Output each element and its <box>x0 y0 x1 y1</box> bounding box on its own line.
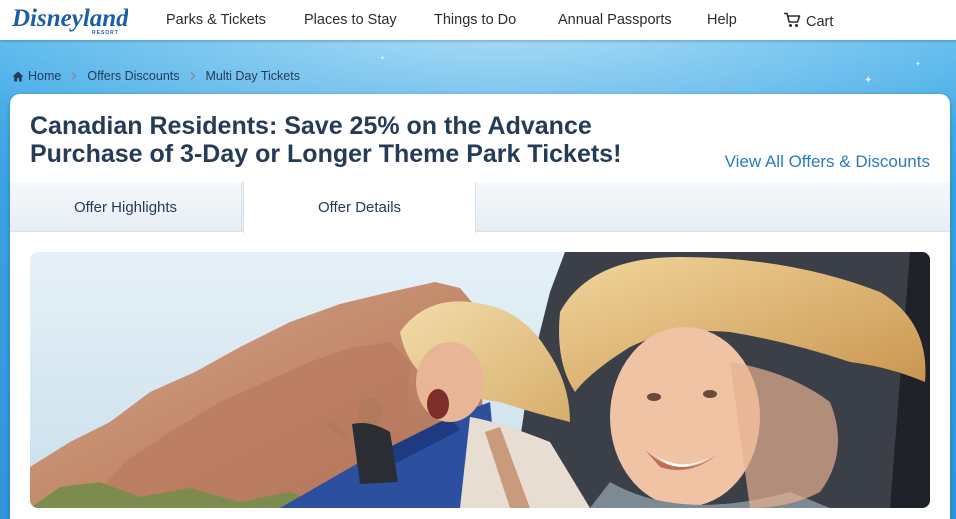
nav-places-to-stay[interactable]: Places to Stay <box>304 12 397 28</box>
page-title: Canadian Residents: Save 25% on the Adva… <box>30 112 622 168</box>
top-nav: Disneyland RESORT Parks & Tickets Places… <box>0 0 956 40</box>
home-icon <box>12 71 24 82</box>
hero-photo-illustration <box>30 252 930 508</box>
breadcrumb-offers-discounts[interactable]: Offers Discounts <box>87 69 179 83</box>
tab-offer-highlights[interactable]: Offer Highlights <box>10 182 242 232</box>
svg-text:Disneyland: Disneyland <box>11 5 128 32</box>
hero-photo <box>30 252 930 508</box>
breadcrumb-home[interactable]: Home <box>28 69 61 83</box>
nav-help[interactable]: Help <box>707 12 737 28</box>
tab-offer-details[interactable]: Offer Details <box>243 182 476 233</box>
nav-things-to-do[interactable]: Things to Do <box>434 12 516 28</box>
sparkle-decoration: ✦ <box>915 61 921 68</box>
offer-tabs: Offer Highlights Offer Details <box>10 182 950 233</box>
sparkle-decoration: ✦ <box>864 75 873 86</box>
breadcrumb-multi-day-tickets[interactable]: Multi Day Tickets <box>206 69 300 83</box>
sparkle-decoration: ✦ <box>380 56 386 62</box>
nav-parks-tickets[interactable]: Parks & Tickets <box>166 12 266 28</box>
svg-text:RESORT: RESORT <box>92 30 119 36</box>
breadcrumb: Home Offers Discounts Multi Day Tickets <box>12 68 300 84</box>
cart-label: Cart <box>806 14 834 30</box>
view-all-offers-link[interactable]: View All Offers & Discounts <box>725 152 930 172</box>
chevron-right-icon <box>69 71 79 81</box>
nav-annual-passports[interactable]: Annual Passports <box>558 12 672 28</box>
disneyland-logo[interactable]: Disneyland RESORT <box>10 2 128 36</box>
cart-icon <box>783 12 801 28</box>
nav-cart[interactable]: Cart <box>783 12 833 30</box>
offer-card: Canadian Residents: Save 25% on the Adva… <box>10 94 950 519</box>
disneyland-logo-mark: Disneyland RESORT <box>11 5 128 36</box>
chevron-right-icon <box>188 71 198 81</box>
